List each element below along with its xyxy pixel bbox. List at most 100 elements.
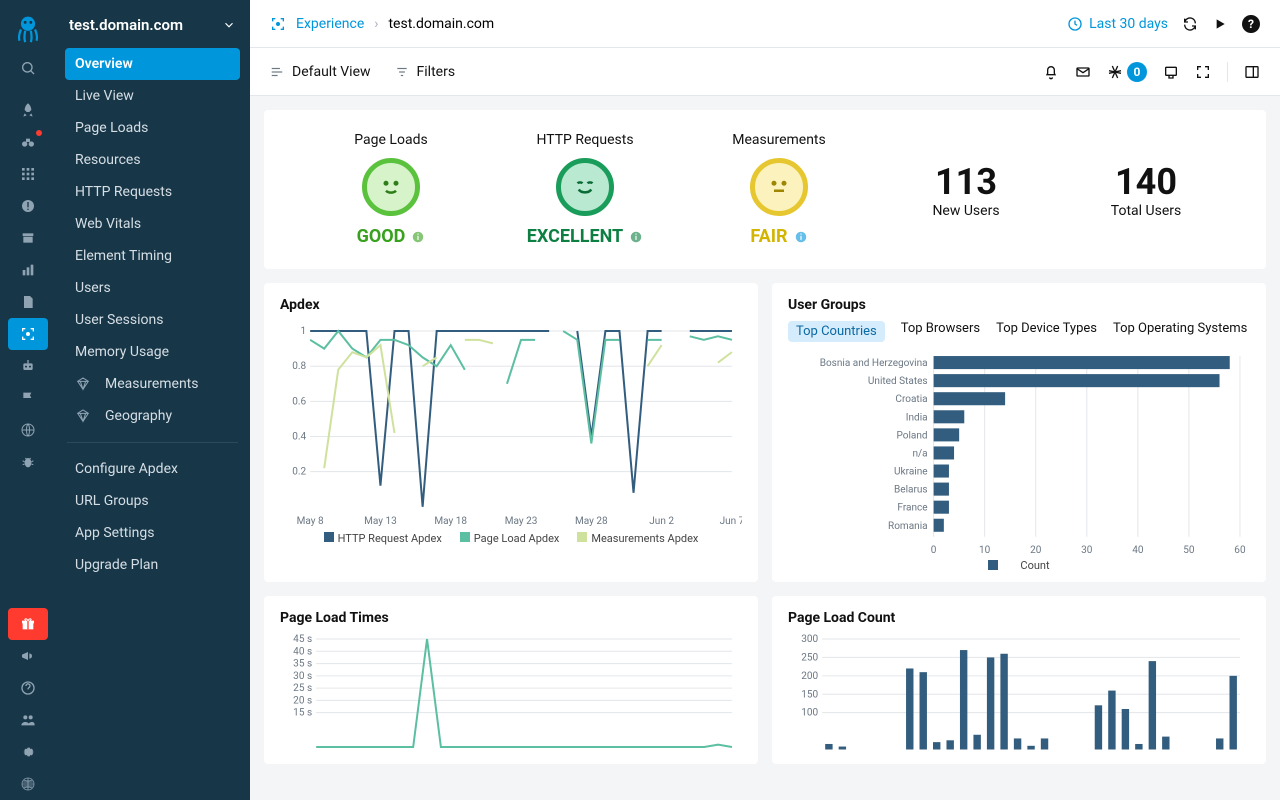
svg-text:50: 50 (1183, 545, 1195, 556)
tab-top-device-types[interactable]: Top Device Types (996, 321, 1097, 342)
sidebar-item-memory-usage[interactable]: Memory Usage (65, 336, 240, 368)
main: Experience › test.domain.com Last 30 day… (250, 0, 1280, 800)
svg-text:40: 40 (1132, 545, 1144, 556)
card-title: Apdex (280, 297, 742, 313)
svg-text:0.8: 0.8 (292, 361, 306, 372)
svg-text:1: 1 (300, 326, 306, 337)
apdex-chart: 0.20.40.60.81May 8May 13May 18May 23May … (280, 321, 742, 532)
sidebar-item-element-timing[interactable]: Element Timing (65, 240, 240, 272)
icon-rail (0, 0, 55, 800)
binoculars-icon[interactable] (8, 126, 48, 158)
face-excellent-icon (556, 158, 614, 216)
logo-icon[interactable] (8, 8, 48, 48)
user-groups-tabs: Top Countries Top Browsers Top Device Type… (788, 321, 1250, 342)
apdex-card: Apdex 0.20.40.60.81May 8May 13May 18May … (264, 283, 758, 582)
people-icon[interactable] (8, 704, 48, 736)
svg-text:France: France (897, 503, 927, 514)
info-icon[interactable] (411, 230, 425, 244)
sidebar-item-geography[interactable]: Geography (65, 400, 240, 432)
sidebar-item-resources[interactable]: Resources (65, 144, 240, 176)
sidebar-item-users[interactable]: Users (65, 272, 240, 304)
svg-text:n/a: n/a (912, 448, 927, 459)
info-icon[interactable] (794, 230, 808, 244)
sidebar-item-live-view[interactable]: Live View (65, 80, 240, 112)
refresh-icon[interactable] (1182, 16, 1198, 32)
bell-icon[interactable] (1043, 64, 1059, 80)
gear-icon[interactable] (8, 736, 48, 768)
card-title: Page Load Times (280, 610, 742, 626)
toolbar: Default View Filters 0 (250, 48, 1280, 96)
barchart-icon[interactable] (8, 254, 48, 286)
stat-total-users: 140Total Users (1056, 161, 1236, 219)
flag-icon[interactable] (8, 382, 48, 414)
kpi-panel: Page Loads GOOD HTTP Requests EXCELLENT … (264, 110, 1266, 269)
chevron-right-icon: › (374, 16, 378, 32)
anomaly-icon (1107, 64, 1123, 80)
svg-text:200: 200 (801, 671, 818, 682)
search-icon[interactable] (8, 52, 48, 84)
time-range-picker[interactable]: Last 30 days (1067, 16, 1168, 32)
breadcrumb-current: test.domain.com (388, 16, 494, 32)
sidebar-item-url-groups[interactable]: URL Groups (65, 485, 240, 517)
tab-top-operating-systems[interactable]: Top Operating Systems (1113, 321, 1247, 342)
mail-icon[interactable] (1075, 64, 1091, 80)
sidebar-item-web-vitals[interactable]: Web Vitals (65, 208, 240, 240)
sidebar-item-overview[interactable]: Overview (65, 48, 240, 80)
sidebar-item-upgrade-plan[interactable]: Upgrade Plan (65, 549, 240, 581)
file-icon[interactable] (8, 286, 48, 318)
svg-text:Romania: Romania (888, 521, 928, 532)
info-icon[interactable] (629, 230, 643, 244)
kpi-http-requests: HTTP Requests EXCELLENT (488, 132, 682, 247)
svg-text:35 s: 35 s (293, 658, 312, 669)
svg-text:0.4: 0.4 (292, 432, 306, 443)
svg-text:30 s: 30 s (293, 671, 312, 682)
chevron-down-icon (222, 18, 236, 32)
alert-icon[interactable] (8, 190, 48, 222)
question-icon[interactable] (8, 672, 48, 704)
sidebar-item-app-settings[interactable]: App Settings (65, 517, 240, 549)
sidebar-title[interactable]: test.domain.com (55, 8, 250, 48)
svg-text:20: 20 (1030, 545, 1042, 556)
sidebar-item-page-loads[interactable]: Page Loads (65, 112, 240, 144)
filters-button[interactable]: Filters (395, 64, 456, 80)
svg-text:Bosnia and Herzegovina: Bosnia and Herzegovina (820, 358, 928, 369)
rocket-icon[interactable] (8, 94, 48, 126)
list-icon (270, 65, 284, 79)
scan-icon[interactable] (8, 318, 48, 350)
svg-text:60: 60 (1234, 545, 1246, 556)
breadcrumb: Experience › test.domain.com (296, 16, 494, 32)
breadcrumb-root[interactable]: Experience (296, 16, 364, 32)
robot-icon[interactable] (8, 350, 48, 382)
grid-icon[interactable] (8, 158, 48, 190)
sidebar-item-measurements[interactable]: Measurements (65, 368, 240, 400)
svg-text:40 s: 40 s (293, 646, 312, 657)
svg-text:25 s: 25 s (293, 683, 312, 694)
svg-text:300: 300 (801, 634, 818, 645)
page-load-count-chart: 100150200250300 (788, 634, 1250, 755)
face-good-icon (362, 158, 420, 216)
play-icon[interactable] (1212, 16, 1228, 32)
globe-icon[interactable] (8, 414, 48, 446)
svg-text:May 8: May 8 (297, 516, 324, 527)
archive-icon[interactable] (8, 222, 48, 254)
svg-text:0: 0 (931, 545, 937, 556)
anomaly-button[interactable]: 0 (1107, 62, 1147, 82)
stat-new-users: 113New Users (876, 161, 1056, 219)
tab-top-countries[interactable]: Top Countries (788, 321, 885, 342)
kiosk-icon[interactable] (1163, 64, 1179, 80)
world-icon[interactable] (8, 768, 48, 800)
bug-icon[interactable] (8, 446, 48, 478)
view-selector[interactable]: Default View (270, 64, 371, 80)
panel-icon[interactable] (1244, 64, 1260, 80)
megaphone-icon[interactable] (8, 640, 48, 672)
sidebar-item-http-requests[interactable]: HTTP Requests (65, 176, 240, 208)
face-fair-icon (750, 158, 808, 216)
sidebar-item-user-sessions[interactable]: User Sessions (65, 304, 240, 336)
help-icon[interactable]: ? (1242, 15, 1260, 33)
svg-text:15 s: 15 s (293, 708, 312, 719)
fullscreen-icon[interactable] (1195, 64, 1211, 80)
tab-top-browsers[interactable]: Top Browsers (901, 321, 980, 342)
sidebar: test.domain.com OverviewLive ViewPage Lo… (55, 0, 250, 800)
gift-icon[interactable] (8, 608, 48, 640)
sidebar-item-configure-apdex[interactable]: Configure Apdex (65, 453, 240, 485)
